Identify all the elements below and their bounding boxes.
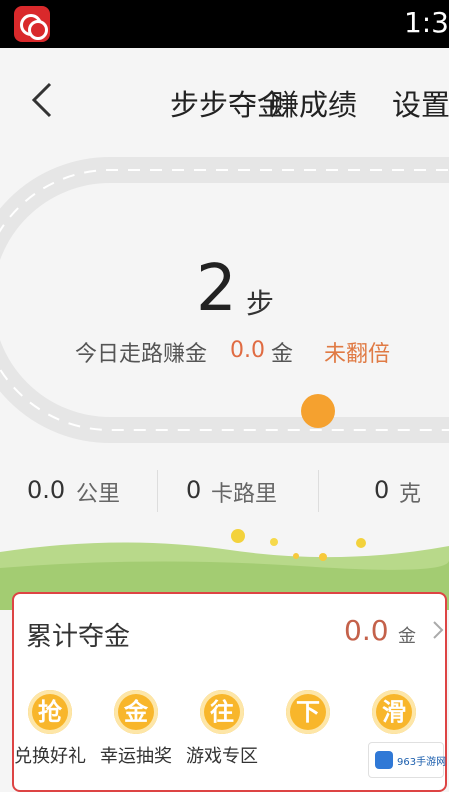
settings-button[interactable]: 设置 — [392, 82, 449, 124]
coin-icon: 抢 — [28, 690, 72, 734]
app-logo-icon — [14, 6, 50, 42]
coin-icon: 金 — [114, 690, 158, 734]
stats-divider — [157, 470, 158, 512]
feature-download[interactable]: 下 — [268, 690, 348, 742]
accumulated-title: 累计夺金 — [26, 622, 131, 652]
calorie-value: 0 — [186, 476, 202, 504]
weight-value: 0 — [374, 476, 390, 504]
coin-icon: 下 — [286, 690, 330, 734]
coin-icon: 往 — [200, 690, 244, 734]
overlap-title[interactable]: 赚成绩 — [270, 82, 357, 124]
watermark-logo-icon — [375, 751, 393, 769]
feature-label: 游戏专区 — [186, 746, 258, 767]
feature-lucky-draw[interactable]: 金 幸运抽奖 — [96, 690, 176, 768]
accumulated-value: 0.0 — [344, 614, 389, 647]
distance-value: 0.0 — [27, 476, 66, 504]
feature-label: 兑换好礼 — [14, 746, 86, 767]
chevron-right-icon[interactable] — [428, 620, 448, 640]
top-header: 步步夺金 赚成绩 设置 — [0, 48, 449, 152]
distance-unit: 公里 — [76, 482, 121, 507]
today-earn-label: 今日走路赚金 — [75, 342, 208, 367]
page-title: 步步夺金 — [170, 88, 287, 122]
weight-unit: 克 — [399, 482, 422, 507]
feature-game-zone[interactable]: 往 游戏专区 — [182, 690, 262, 768]
steps-unit: 步 — [246, 287, 275, 320]
today-earn-value: 0.0 — [230, 338, 265, 363]
feature-label: 幸运抽奖 — [100, 746, 172, 767]
status-time: 1:3 — [403, 6, 449, 39]
steps-count: 2 — [196, 252, 237, 326]
accumulated-unit: 金 — [398, 626, 416, 647]
watermark-text: 963手游网 — [397, 757, 447, 768]
step-progress-marker — [301, 394, 335, 428]
double-status[interactable]: 未翻倍 — [324, 336, 390, 368]
stats-divider — [318, 470, 319, 512]
today-earn-unit: 金 — [271, 342, 294, 367]
coin-icon: 滑 — [372, 690, 416, 734]
stats-row: 0.0 公里 0 卡路里 0 克 — [0, 460, 449, 520]
site-watermark: 963手游网 — [368, 742, 447, 778]
feature-slide[interactable]: 滑 — [354, 690, 434, 742]
back-arrow-icon[interactable] — [24, 78, 68, 122]
status-bar: 1:3 — [0, 0, 449, 48]
calorie-unit: 卡路里 — [211, 482, 278, 507]
feature-exchange-gift[interactable]: 抢 兑换好礼 — [10, 690, 90, 768]
